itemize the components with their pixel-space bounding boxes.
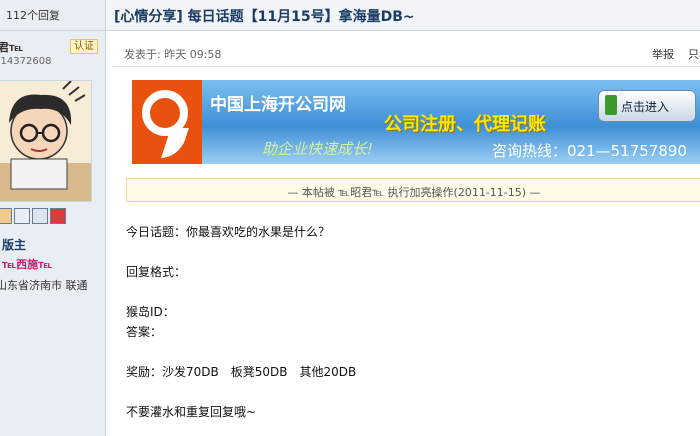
document-icon[interactable]: [32, 208, 48, 224]
highlight-notice: — 本帖被 ℡昭君℡ 执行加亮操作(2011-11-15) —: [126, 178, 700, 202]
post-topic: 今日话题：你最喜欢吃的水果是什么？: [126, 225, 331, 239]
banner-service: 公司注册、代理记账: [384, 114, 546, 135]
post-id-label: 猴岛ID：: [126, 305, 175, 319]
verified-badge: 认证: [70, 39, 98, 54]
author-username[interactable]: 君℡: [0, 39, 23, 55]
divider: [112, 66, 700, 67]
download-arrow-icon: [605, 95, 617, 115]
reply-count: 112个回复: [6, 9, 60, 22]
company-logo: [132, 80, 202, 164]
post-timestamp: 发表于: 昨天 09:58: [124, 48, 222, 61]
banner-hotline: 咨询热线：021—51757890: [492, 142, 687, 160]
banner-enter-label: 点击进入: [621, 100, 670, 114]
friends-icon[interactable]: [50, 208, 66, 224]
only-author-link[interactable]: 只看: [688, 48, 700, 61]
author-role: 版主: [2, 238, 27, 252]
author-nickname: ℡西施℡: [2, 258, 53, 271]
post-warning: 不要灌水和重复回复哦~: [126, 405, 257, 419]
banner-slogan: 助企业快速成长!: [262, 140, 374, 158]
banner-enter-button[interactable]: 点击进入: [598, 90, 696, 122]
post-reward: 奖励：沙发70DB 板凳50DB 其他20DB: [126, 365, 357, 379]
report-link[interactable]: 举报: [652, 48, 674, 61]
user-panel: 112个回复 君℡ 认证 : 14372608 版主 ℡西施℡ 山东省济南市 联…: [0, 0, 106, 436]
post-actions: 举报 只看: [652, 46, 700, 62]
message-icon[interactable]: [14, 208, 30, 224]
reply-count-bar: 112个回复: [0, 0, 105, 31]
ad-banner[interactable]: 中国上海开公司网 公司注册、代理记账 助企业快速成长! 咨询热线：021—517…: [132, 80, 700, 164]
user-action-icons: [0, 208, 96, 226]
thread-header: [心情分享] 每日话题【11月15号】拿海量DB~: [106, 0, 700, 31]
post-format-label: 回复格式：: [126, 265, 187, 279]
banner-company: 中国上海开公司网: [210, 95, 346, 115]
thread-title: [心情分享] 每日话题【11月15号】拿海量DB~: [114, 9, 415, 25]
avatar[interactable]: [0, 80, 92, 202]
highlight-notice-text: — 本帖被 ℡昭君℡ 执行加亮操作(2011-11-15) —: [287, 186, 541, 199]
author-location: 山东省济南市 联通: [0, 279, 88, 292]
post-answer-label: 答案：: [126, 325, 163, 339]
author-uid: : 14372608: [0, 56, 52, 67]
profile-icon[interactable]: [0, 208, 12, 224]
